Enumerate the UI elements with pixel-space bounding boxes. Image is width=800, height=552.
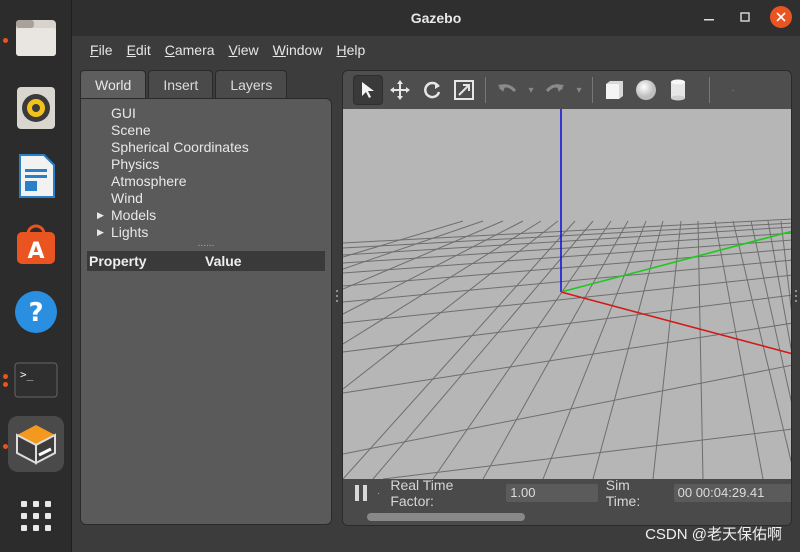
left-panel: World Insert Layers GUI Scene Spherical … bbox=[80, 70, 332, 526]
property-column-header: Property bbox=[89, 253, 147, 269]
redo-icon[interactable] bbox=[540, 75, 570, 105]
world-panel: GUI Scene Spherical Coordinates Physics … bbox=[80, 98, 332, 525]
menu-help[interactable]: Help bbox=[330, 42, 371, 58]
rtf-label: Real Time Factor: bbox=[390, 477, 454, 509]
tree-item-atmosphere[interactable]: Atmosphere bbox=[89, 173, 331, 190]
dock: A ? >_ bbox=[0, 0, 72, 552]
render-panel: ▾ ▾ · · Real Time Factor: 1.00 Sim Time:… bbox=[342, 70, 792, 526]
close-button[interactable] bbox=[770, 6, 792, 28]
splitter-handle[interactable]: ...... bbox=[81, 239, 331, 249]
menu-camera[interactable]: Camera bbox=[159, 42, 221, 58]
right-splitter-handle[interactable] bbox=[794, 288, 798, 308]
pause-icon[interactable] bbox=[353, 484, 369, 502]
maximize-button[interactable] bbox=[734, 6, 756, 28]
help-icon[interactable]: ? bbox=[8, 284, 64, 340]
rhythmbox-icon[interactable] bbox=[8, 80, 64, 136]
menu-file[interactable]: File bbox=[84, 42, 119, 58]
toolbar-separator bbox=[709, 77, 710, 103]
properties-header: Property Value bbox=[87, 251, 325, 271]
menu-edit[interactable]: Edit bbox=[121, 42, 157, 58]
tree-item-spherical-coordinates[interactable]: Spherical Coordinates bbox=[89, 139, 331, 156]
tree-item-label: Lights bbox=[111, 224, 149, 240]
rtf-value: 1.00 bbox=[506, 484, 598, 502]
step-icon[interactable]: · bbox=[377, 488, 380, 499]
horizontal-scrollbar[interactable] bbox=[367, 513, 525, 521]
files-icon[interactable] bbox=[8, 10, 64, 66]
undo-dropdown-icon[interactable]: ▾ bbox=[524, 85, 538, 96]
panel-splitter-handle[interactable] bbox=[335, 288, 339, 308]
svg-text:?: ? bbox=[28, 298, 43, 328]
minimize-button[interactable] bbox=[698, 6, 720, 28]
menu-window[interactable]: Window bbox=[267, 42, 329, 58]
software-icon[interactable]: A bbox=[8, 216, 64, 272]
scale-icon[interactable] bbox=[449, 75, 479, 105]
menu-view[interactable]: View bbox=[223, 42, 265, 58]
titlebar[interactable]: Gazebo bbox=[72, 0, 800, 36]
tree-item-models[interactable]: ▶ Models bbox=[89, 207, 331, 224]
gazebo-icon[interactable] bbox=[8, 416, 64, 472]
box-icon[interactable] bbox=[599, 75, 629, 105]
menubar: File Edit Camera View Window Help bbox=[72, 36, 800, 64]
watermark: CSDN @老天保佑啊 bbox=[645, 526, 782, 543]
app-grid-icon[interactable] bbox=[8, 488, 64, 544]
scene-toolbar: ▾ ▾ · bbox=[343, 71, 791, 109]
rotate-icon[interactable] bbox=[417, 75, 447, 105]
3d-scene-viewport[interactable] bbox=[343, 109, 791, 480]
tree-item-wind[interactable]: Wind bbox=[89, 190, 331, 207]
tree-item-lights[interactable]: ▶ Lights bbox=[89, 224, 331, 241]
tree-item-physics[interactable]: Physics bbox=[89, 156, 331, 173]
cylinder-icon[interactable] bbox=[663, 75, 693, 105]
expand-arrow-icon[interactable]: ▶ bbox=[97, 224, 104, 241]
expand-arrow-icon[interactable]: ▶ bbox=[97, 207, 104, 224]
svg-text:A: A bbox=[27, 239, 44, 264]
tab-layers[interactable]: Layers bbox=[215, 70, 288, 98]
redo-dropdown-icon[interactable]: ▾ bbox=[572, 85, 586, 96]
sphere-icon[interactable] bbox=[631, 75, 661, 105]
toolbar-separator bbox=[592, 77, 593, 103]
window-title: Gazebo bbox=[410, 10, 462, 26]
sim-time-value: 00 00:04:29.41 bbox=[673, 484, 791, 502]
writer-icon[interactable] bbox=[8, 148, 64, 204]
select-arrow-icon[interactable] bbox=[353, 75, 383, 105]
tree-item-gui[interactable]: GUI bbox=[89, 105, 331, 122]
undo-icon[interactable] bbox=[492, 75, 522, 105]
time-panel: · Real Time Factor: 1.00 Sim Time: 00 00… bbox=[343, 477, 791, 525]
world-tree: GUI Scene Spherical Coordinates Physics … bbox=[81, 99, 331, 249]
tab-insert[interactable]: Insert bbox=[148, 70, 214, 98]
tree-item-label: Models bbox=[111, 207, 157, 223]
tab-world[interactable]: World bbox=[80, 70, 147, 98]
toolbar-more-icon[interactable]: · bbox=[726, 85, 740, 96]
ground-grid bbox=[343, 109, 791, 480]
tree-item-scene[interactable]: Scene bbox=[89, 122, 331, 139]
sim-time-label: Sim Time: bbox=[605, 477, 641, 509]
svg-text:>_: >_ bbox=[20, 368, 34, 381]
translate-icon[interactable] bbox=[385, 75, 415, 105]
toolbar-separator bbox=[485, 77, 486, 103]
y-axis-line bbox=[560, 230, 791, 293]
value-column-header: Value bbox=[205, 253, 242, 269]
terminal-icon[interactable]: >_ bbox=[8, 352, 64, 408]
gazebo-window: Gazebo File Edit Camera View Window Help… bbox=[72, 0, 800, 552]
